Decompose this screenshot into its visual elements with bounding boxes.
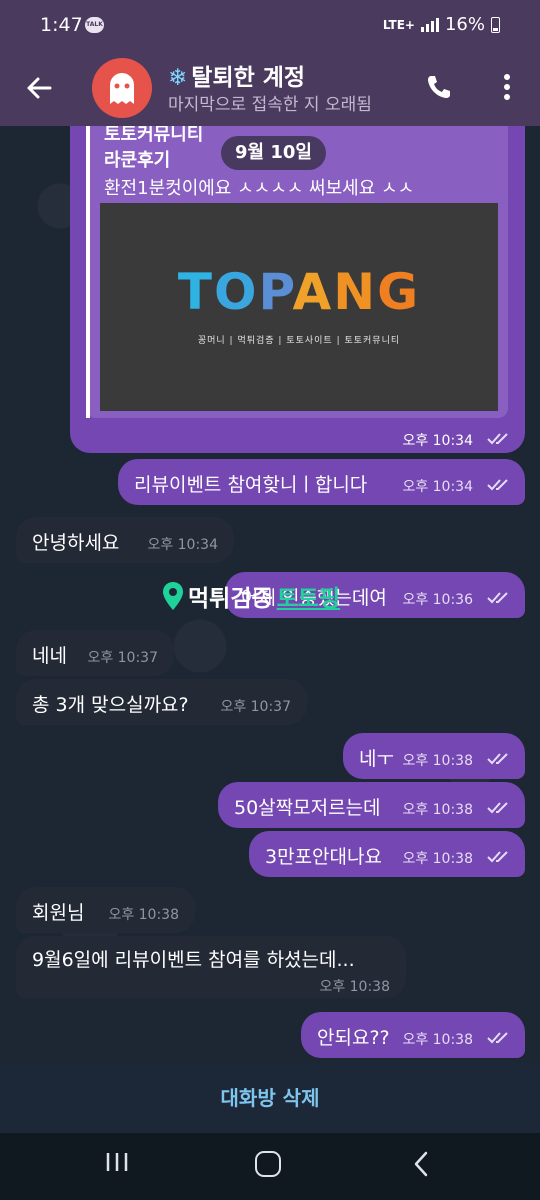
double-check-icon <box>487 851 508 863</box>
back-nav-icon[interactable] <box>410 1150 432 1178</box>
message-time: 오후 10:38 <box>402 802 473 818</box>
chat-header: ❄ 탈퇴한 계정 마지막으로 접속한 지 오래됨 <box>0 52 540 126</box>
message-time: 오후 10:38 <box>402 753 473 769</box>
logo-letter: A <box>292 263 334 321</box>
quote-title: 라쿤후기 <box>104 150 171 171</box>
back-arrow-icon[interactable] <box>22 70 58 106</box>
location-pin-icon <box>163 582 183 610</box>
message-text: 총 3개 맞으실까요? <box>32 694 189 716</box>
message-text: 회원님 <box>32 902 85 924</box>
date-separator: 9월 10일 <box>221 136 326 170</box>
message-text: 안되요?? <box>317 1027 390 1049</box>
snowflake-icon: ❄ <box>168 65 188 91</box>
message-time: 오후 10:38 <box>402 851 473 867</box>
status-time: 1:47 <box>40 14 83 36</box>
network-type: LTE+ <box>382 17 415 32</box>
image-tagline: 꽁머니 | 먹튀검증 | 토토사이트 | 토토커뮤니티 <box>197 336 401 346</box>
chat-title-text: 탈퇴한 계정 <box>191 65 306 91</box>
outgoing-message[interactable]: 리뷰이벤트 참여핮니ㅣ합니다 오후 10:34 <box>118 459 525 505</box>
chat-title[interactable]: ❄ 탈퇴한 계정 <box>168 58 305 92</box>
chat-area[interactable]: 토토커뮤니티 라쿤후기 환전1분컷이에요 ㅅㅅㅅㅅ 써보세요 ㅅㅅ TOPANG… <box>0 126 540 1063</box>
quote-bar <box>86 126 90 418</box>
outgoing-message[interactable]: 안되요?? 오후 10:38 <box>301 1012 525 1058</box>
delete-chat-button[interactable]: 대화방 삭제 <box>0 1063 540 1133</box>
message-text: 9월6일에 리뷰이벤트 참여를 하셨는데... <box>32 949 355 971</box>
status-bar: 1:47 TALK LTE+ 16% <box>0 0 540 52</box>
status-right: LTE+ 16% <box>383 14 500 35</box>
message-time: 오후 10:38 <box>108 907 179 923</box>
message-text: 안녕하세요 <box>32 532 120 554</box>
logo-letter: P <box>258 263 293 321</box>
quoted-message[interactable]: 토토커뮤니티 라쿤후기 환전1분컷이에요 ㅅㅅㅅㅅ 써보세요 ㅅㅅ TOPANG… <box>70 126 525 453</box>
battery-level: 16% <box>444 14 485 35</box>
incoming-message[interactable]: 회원님 오후 10:38 <box>16 887 195 933</box>
message-text: 네ㅜ <box>359 748 394 770</box>
recent-apps-icon[interactable] <box>104 1149 130 1175</box>
message-time: 오후 10:38 <box>402 1032 473 1048</box>
incoming-message[interactable]: 총 3개 맞으실까요? 오후 10:37 <box>16 679 307 725</box>
incoming-message[interactable]: 9월6일에 리뷰이벤트 참여를 하셨는데... 오후 10:38 <box>16 936 406 998</box>
phone-icon[interactable] <box>424 72 454 102</box>
double-check-icon <box>487 802 508 814</box>
logo-letter: G <box>377 263 421 321</box>
more-options-icon[interactable] <box>497 70 517 104</box>
avatar[interactable] <box>92 58 152 118</box>
outgoing-message[interactable]: 3만포안대나요 오후 10:38 <box>249 831 525 877</box>
last-seen-status: 마지막으로 접속한 지 오래됨 <box>168 95 372 115</box>
outgoing-message[interactable]: 어제 인증했는데여 오후 10:36 <box>225 572 525 618</box>
double-check-icon <box>487 592 508 604</box>
talk-notification-icon: TALK <box>85 17 104 33</box>
incoming-message[interactable]: 안녕하세요 오후 10:34 <box>16 517 234 563</box>
bottom-action-bar: 대화방 삭제 <box>0 1063 540 1133</box>
message-text: 3만포안대나요 <box>265 846 382 868</box>
quote-sender: 토토커뮤니티 <box>104 126 204 145</box>
double-check-icon <box>487 479 508 491</box>
message-time: 오후 10:34 <box>147 537 218 553</box>
message-time: 오후 10:34 <box>402 433 473 449</box>
incoming-message[interactable]: 네네 오후 10:37 <box>16 630 174 676</box>
quote-image[interactable]: TOPANG 꽁머니 | 먹튀검증 | 토토사이트 | 토토커뮤니티 <box>100 203 498 411</box>
logo-letter: O <box>213 263 259 321</box>
image-logo: TOPANG <box>100 263 498 321</box>
message-text: 네네 <box>32 645 67 667</box>
message-text: 어제 인증했는데여 <box>241 587 387 609</box>
outgoing-message[interactable]: 50살짝모저르는데 오후 10:38 <box>218 782 525 828</box>
double-check-icon <box>487 433 508 445</box>
ghost-icon <box>110 73 134 104</box>
quote-text: 환전1분컷이에요 ㅅㅅㅅㅅ 써보세요 ㅅㅅ <box>104 178 415 199</box>
system-nav-bar <box>0 1133 540 1200</box>
message-time: 오후 10:38 <box>319 979 390 995</box>
home-icon[interactable] <box>255 1151 281 1177</box>
message-time: 오후 10:37 <box>87 650 158 666</box>
outgoing-message[interactable]: 네ㅜ 오후 10:38 <box>343 733 525 779</box>
logo-letter: N <box>333 263 378 321</box>
message-time: 오후 10:34 <box>402 479 473 495</box>
signal-icon <box>420 17 439 32</box>
logo-letter: T <box>177 263 214 321</box>
battery-icon <box>491 16 500 33</box>
message-text: 50살짝모저르는데 <box>234 797 381 819</box>
double-check-icon <box>487 1032 508 1044</box>
double-check-icon <box>487 753 508 765</box>
message-time: 오후 10:37 <box>220 699 291 715</box>
message-time: 오후 10:36 <box>402 592 473 608</box>
message-text: 리뷰이벤트 참여핮니ㅣ합니다 <box>134 474 368 496</box>
